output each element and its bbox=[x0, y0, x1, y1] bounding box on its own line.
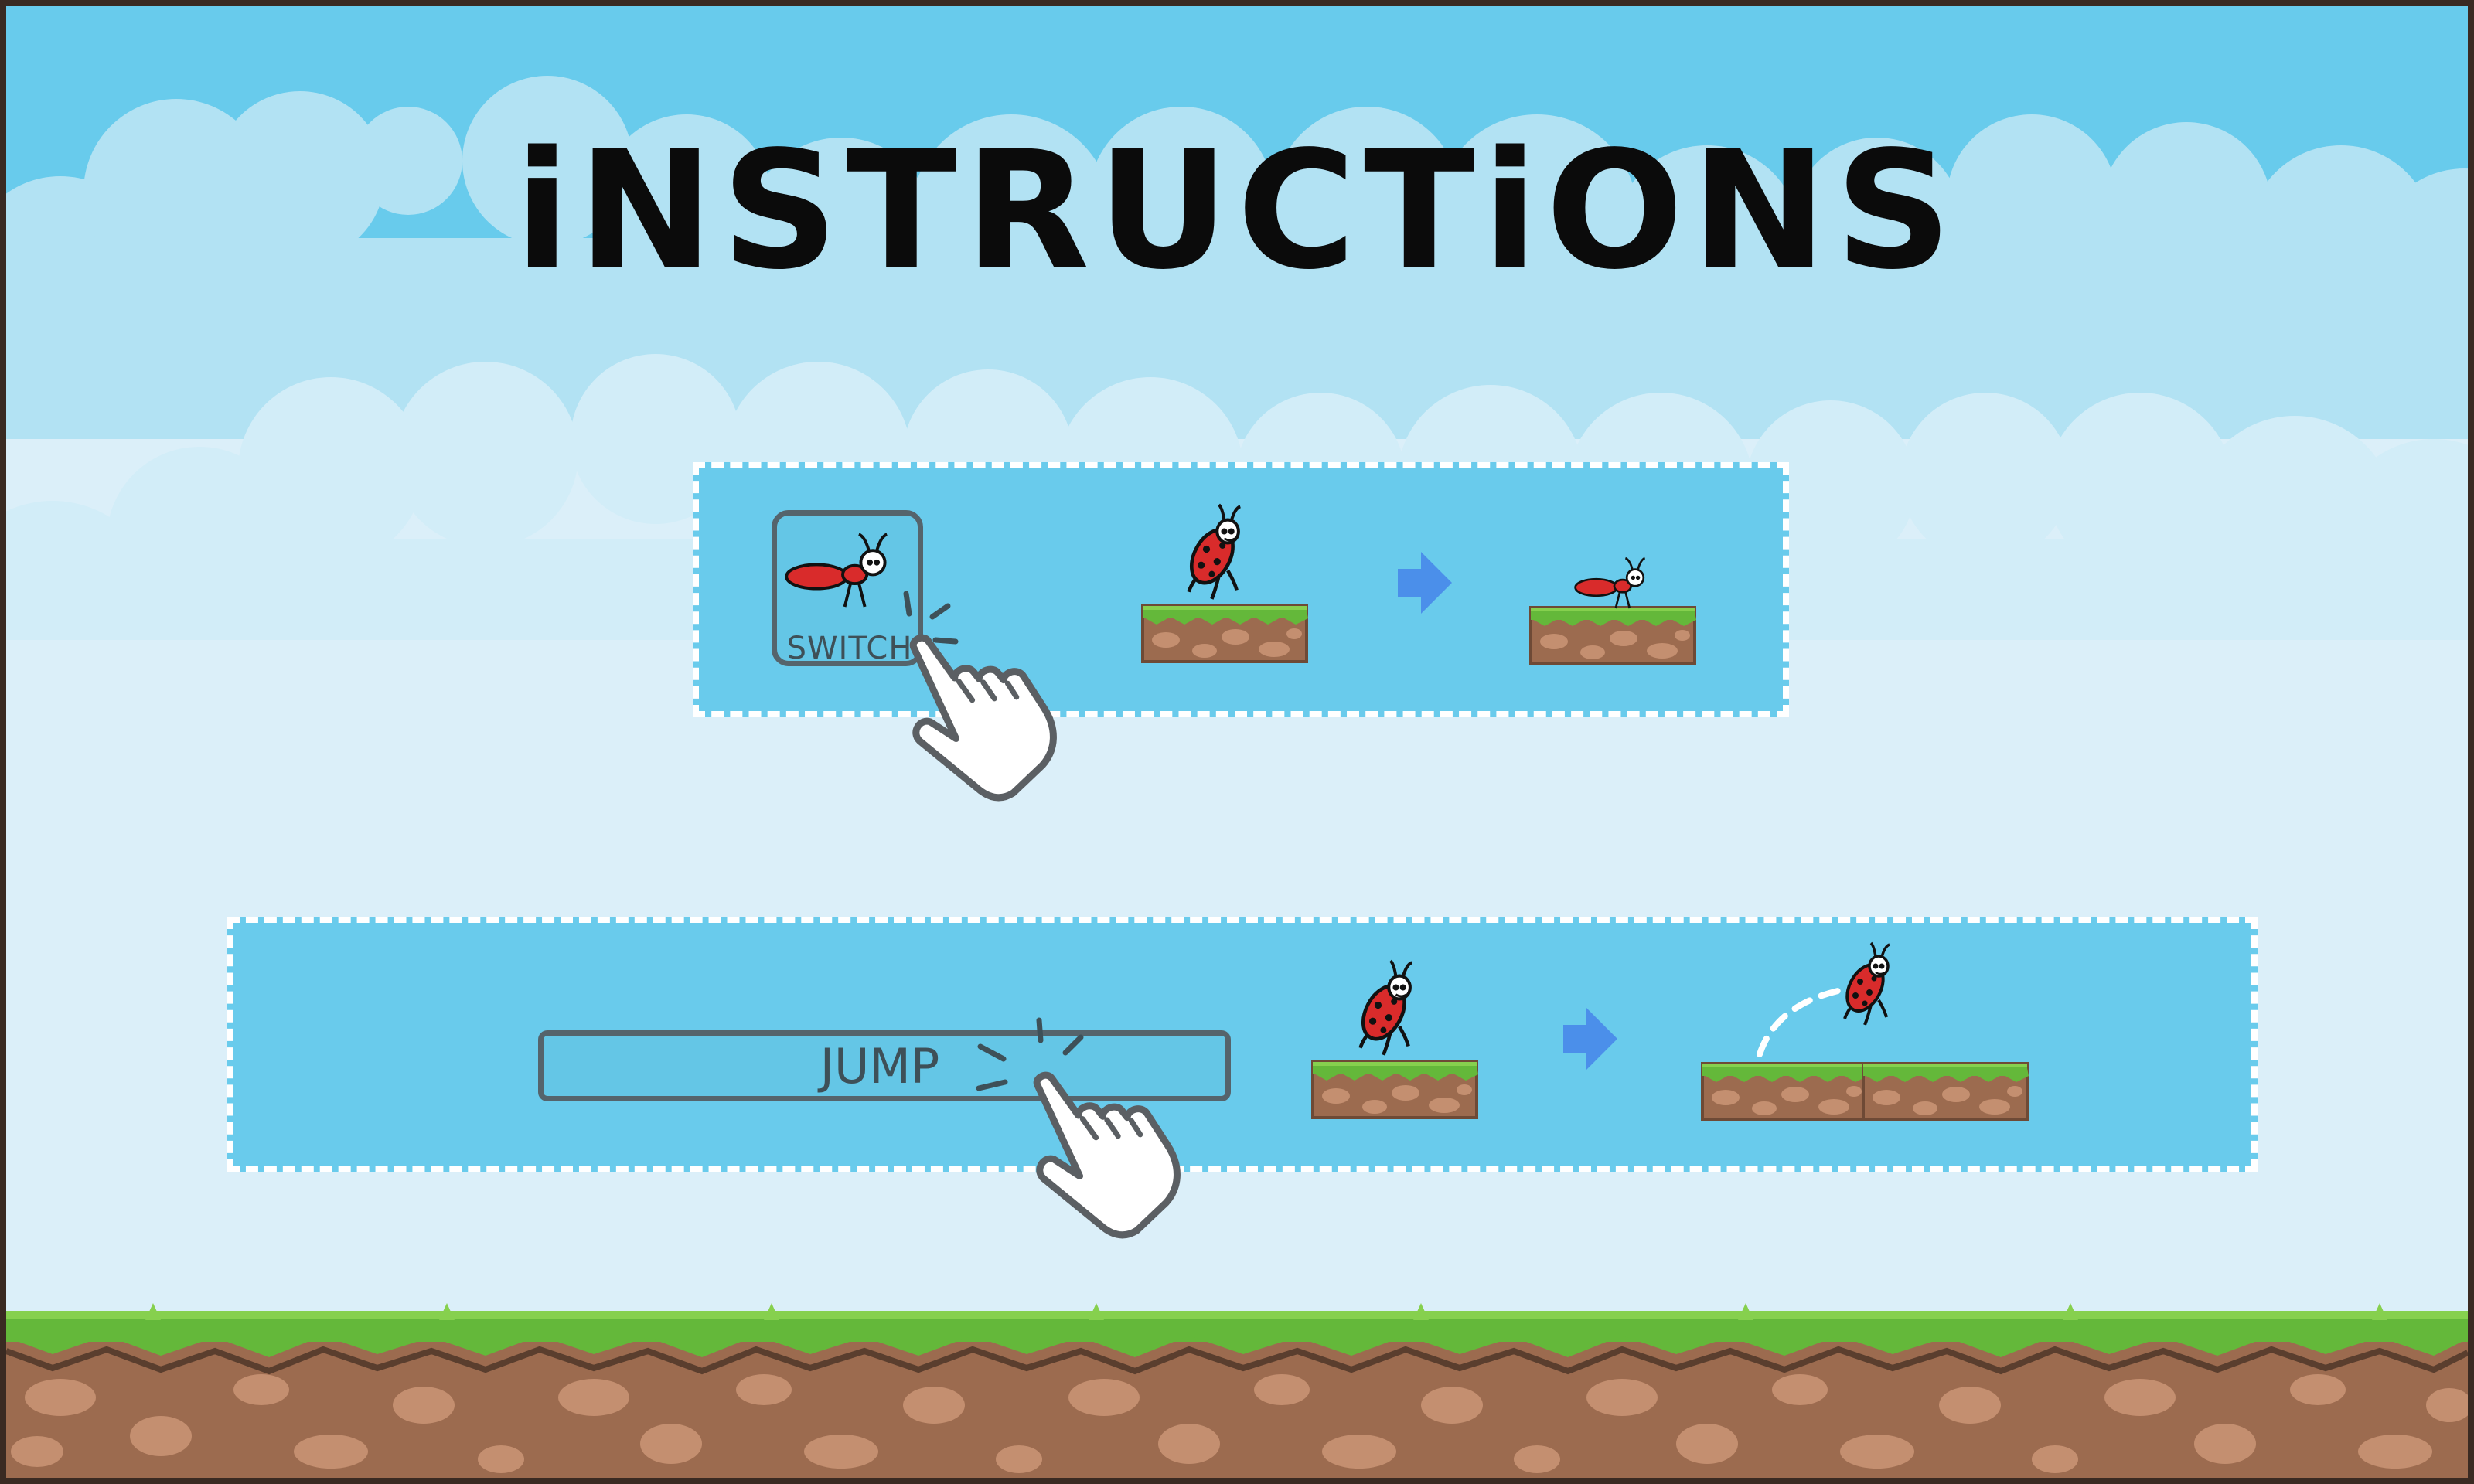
switch-button-ant-icon bbox=[785, 533, 889, 608]
instructions-screen: iNSTRUCTiONS SWITCH JUMP bbox=[6, 6, 2468, 1478]
platform-after-jump bbox=[1701, 1062, 2030, 1121]
right-arrow-icon bbox=[1398, 552, 1452, 614]
tap-hand-icon bbox=[891, 610, 1067, 815]
ladybug-before-switch bbox=[1183, 505, 1241, 599]
game-screen: iNSTRUCTiONS SWITCH JUMP bbox=[0, 0, 2474, 1484]
right-arrow-icon bbox=[1563, 1008, 1617, 1070]
tap-hand-icon bbox=[1014, 1047, 1191, 1253]
tap-spark-icon bbox=[976, 1017, 1084, 1091]
platform-before-switch bbox=[1141, 604, 1310, 663]
ant-after-switch bbox=[1574, 556, 1646, 610]
tap-spark-icon bbox=[903, 591, 959, 645]
ladybug-before-jump bbox=[1355, 961, 1412, 1055]
platform-after-switch bbox=[1529, 606, 1698, 665]
jump-trajectory bbox=[1757, 986, 1848, 1057]
platform-before-jump bbox=[1311, 1060, 1480, 1119]
instruction-sprites bbox=[785, 6, 2030, 1478]
ladybug-jumping bbox=[1838, 941, 1893, 1026]
